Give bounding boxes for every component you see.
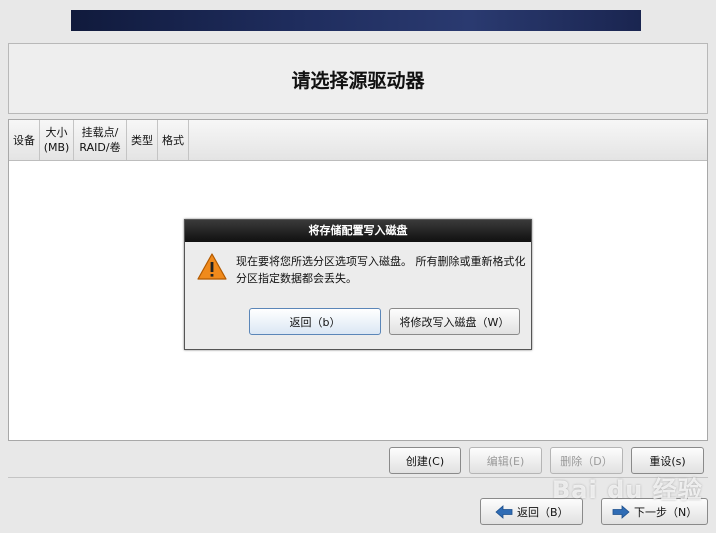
column-header-mountpoint[interactable]: 挂载点/ RAID/卷: [74, 120, 127, 160]
column-header-format[interactable]: 格式: [158, 120, 189, 160]
column-header-size[interactable]: 大小 (MB): [40, 120, 74, 160]
title-panel: 请选择源驱动器: [8, 43, 708, 114]
write-to-disk-dialog: 将存储配置写入磁盘 现在要将您所选分区选项写入磁盘。 所有删除或重新格式化分区指…: [184, 219, 532, 350]
create-button[interactable]: 创建(C): [389, 447, 461, 474]
column-header-device[interactable]: 设备: [9, 120, 40, 160]
edit-button[interactable]: 编辑(E): [469, 447, 542, 474]
page-title: 请选择源驱动器: [291, 70, 425, 92]
warning-icon: [197, 253, 227, 280]
baidu-watermark: Bai du 经验: [552, 476, 703, 504]
write-to-disk-button[interactable]: 将修改写入磁盘（W）: [389, 308, 520, 335]
next-button-label: 下一步（N）: [634, 505, 698, 519]
back-button-label: 返回（B）: [517, 505, 569, 519]
column-header-type[interactable]: 类型: [127, 120, 158, 160]
arrow-left-icon: [495, 504, 513, 519]
table-header: 设备 大小 (MB) 挂载点/ RAID/卷 类型 格式: [9, 120, 707, 161]
top-banner: [71, 10, 641, 31]
dialog-back-button[interactable]: 返回（b）: [249, 308, 381, 335]
dialog-title: 将存储配置写入磁盘: [185, 220, 531, 242]
arrow-right-icon: [612, 504, 630, 519]
dialog-message: 现在要将您所选分区选项写入磁盘。 所有删除或重新格式化分区指定数据都会丢失。: [236, 255, 526, 285]
